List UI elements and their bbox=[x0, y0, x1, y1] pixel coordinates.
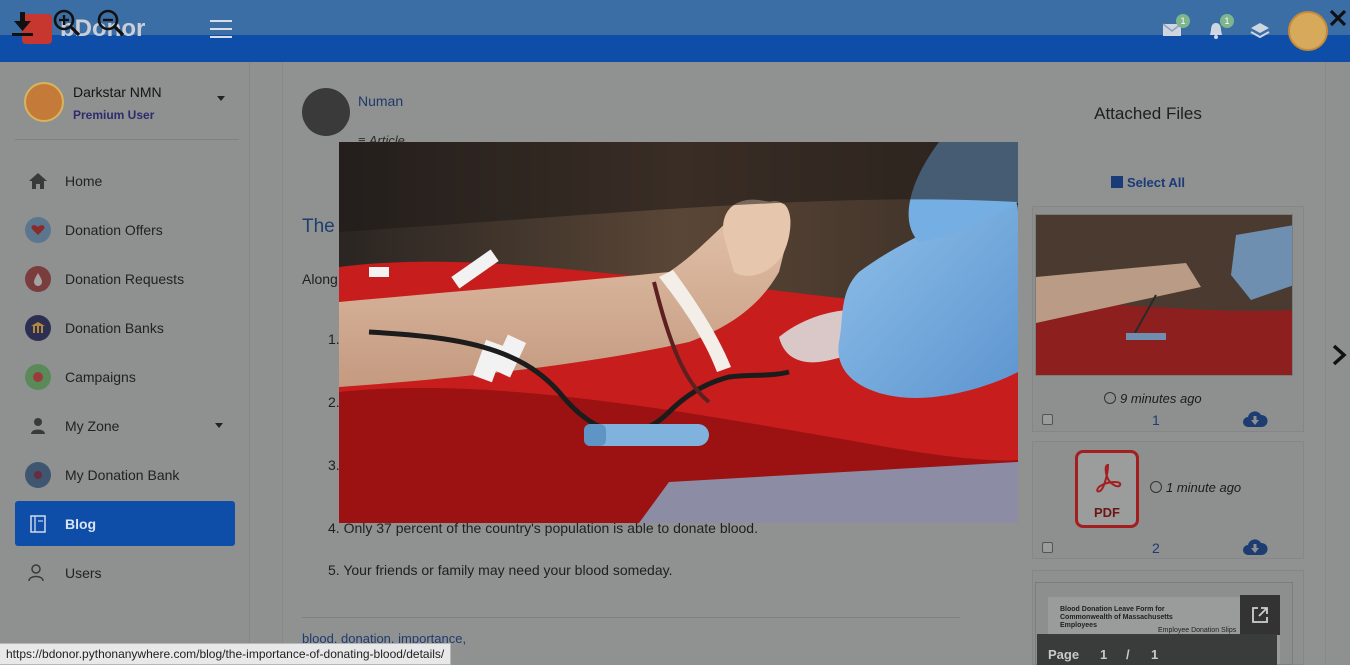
zoom-out-icon[interactable] bbox=[96, 8, 126, 38]
chevron-right-icon[interactable] bbox=[1329, 343, 1349, 367]
status-bar-url: https://bdonor.pythonanywhere.com/blog/t… bbox=[0, 643, 452, 665]
close-icon[interactable] bbox=[1326, 6, 1350, 30]
download-icon[interactable] bbox=[8, 8, 38, 38]
lightbox-image[interactable] bbox=[339, 142, 1018, 523]
zoom-in-icon[interactable] bbox=[52, 8, 82, 38]
